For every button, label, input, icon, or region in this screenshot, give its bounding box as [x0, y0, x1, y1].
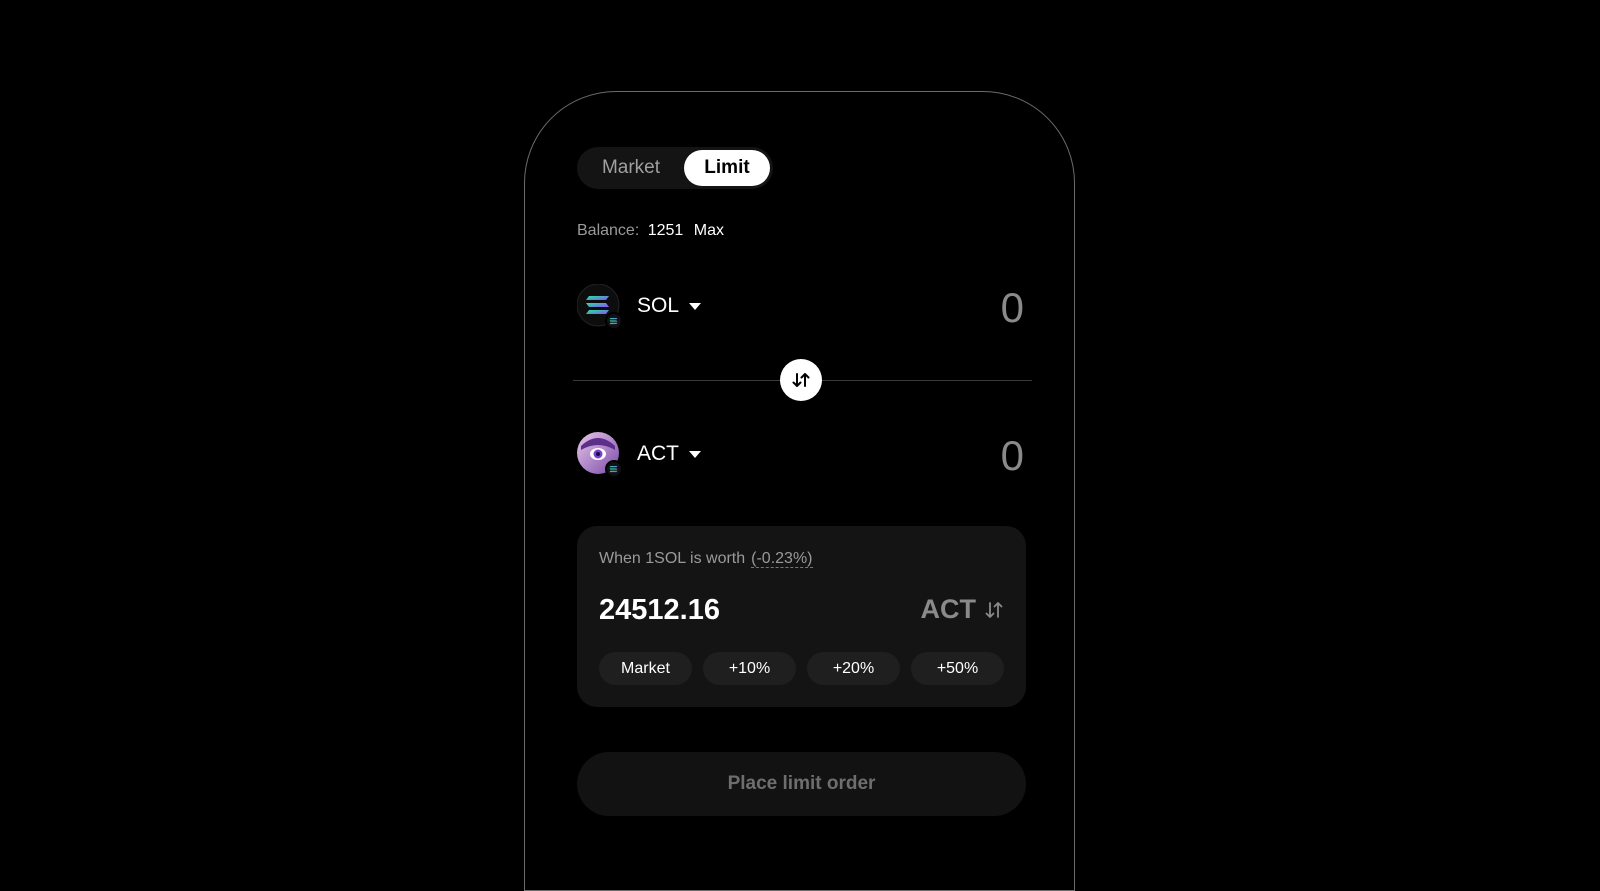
balance-value: 1251: [647, 222, 684, 239]
from-token-row: SOL: [576, 281, 1026, 335]
when-label: When 1SOL is worth: [599, 550, 746, 567]
caret-down-icon: [689, 302, 702, 310]
solana-logo-icon: [576, 283, 623, 330]
preset-20-button[interactable]: +20%: [807, 652, 900, 685]
max-button[interactable]: Max: [694, 222, 724, 239]
place-limit-order-button[interactable]: Place limit order: [577, 752, 1026, 816]
price-token-toggle[interactable]: ACT: [921, 594, 1005, 625]
swap-panel: Market Limit Balance: 1251 Max SOL 0 ACT…: [524, 91, 1075, 891]
to-amount-input[interactable]: [822, 429, 1026, 483]
swap-arrows-icon: [792, 373, 810, 387]
to-token-row: ACT: [577, 429, 1026, 483]
price-change-percent[interactable]: (-0.23%): [751, 550, 813, 568]
from-amount-input[interactable]: [822, 281, 1026, 335]
preset-50-button[interactable]: +50%: [911, 652, 1004, 685]
preset-market-button[interactable]: Market: [599, 652, 692, 685]
act-avatar-icon: [577, 432, 623, 478]
tab-limit[interactable]: Limit: [684, 150, 770, 186]
preset-10-button[interactable]: +10%: [703, 652, 796, 685]
price-preset-chips: Market +10% +20% +50%: [599, 652, 1004, 685]
tab-market[interactable]: Market: [581, 150, 681, 186]
limit-condition: When 1SOL is worth (-0.23%): [599, 550, 813, 568]
from-token-selector[interactable]: SOL: [637, 291, 702, 321]
balance: Balance: 1251 Max: [577, 222, 724, 240]
swap-arrows-icon: [985, 601, 1003, 618]
order-type-tabs: Market Limit: [577, 147, 773, 189]
from-token-symbol: SOL: [637, 294, 680, 317]
price-token-symbol: ACT: [920, 594, 977, 624]
swap-direction-button[interactable]: [780, 359, 822, 401]
limit-price-input[interactable]: [599, 590, 859, 630]
limit-price-card: When 1SOL is worth (-0.23%) ACT Market +1…: [577, 526, 1026, 707]
balance-label: Balance:: [577, 222, 640, 239]
caret-down-icon: [689, 450, 701, 458]
to-token-symbol: ACT: [637, 442, 679, 465]
to-token-selector[interactable]: ACT: [637, 439, 701, 469]
